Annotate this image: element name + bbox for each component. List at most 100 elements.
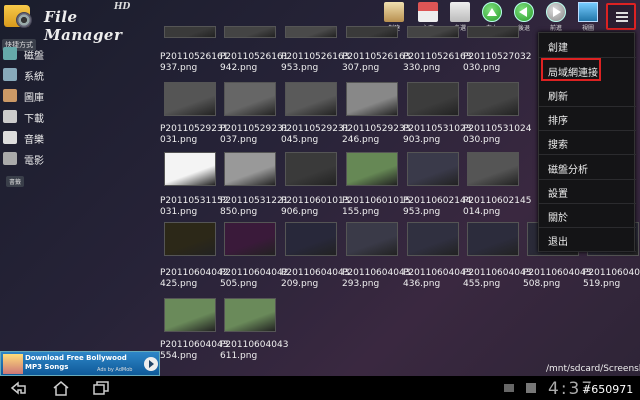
file-thumbnail[interactable] xyxy=(407,152,459,186)
file-name-line1: P20110602145 xyxy=(463,196,532,206)
bookmarks-header[interactable]: 書籤 xyxy=(6,176,25,187)
app-title: File Manager xyxy=(44,8,123,44)
file-thumbnail[interactable] xyxy=(164,298,216,332)
sidebar-item-label: 圖庫 xyxy=(24,93,44,104)
image-watermark: #650971 xyxy=(580,383,636,396)
file-thumbnail[interactable] xyxy=(224,298,276,332)
menu-item-label: 創建 xyxy=(548,43,568,54)
forward-label: 前進 xyxy=(549,25,562,32)
file-thumbnail[interactable] xyxy=(164,152,216,186)
menu-item-0[interactable]: 創建 xyxy=(539,33,636,58)
file-name[interactable]: P20110527032 030.png xyxy=(463,52,535,74)
sidebar-item-5[interactable]: 電影 xyxy=(2,150,52,168)
arrow-left-icon xyxy=(514,2,534,22)
arrow-up-icon xyxy=(482,2,502,22)
phone-icon xyxy=(3,68,17,81)
app-badge: HD xyxy=(114,2,131,12)
ad-attribution: Ads by AdMob xyxy=(97,367,133,373)
file-thumbnail[interactable] xyxy=(467,152,519,186)
sidebar-item-0[interactable]: 磁盤 xyxy=(2,45,52,63)
file-thumbnail[interactable] xyxy=(346,222,398,256)
file-name[interactable]: P20110604043519.png xyxy=(583,268,640,290)
overflow-menu-button[interactable] xyxy=(606,3,636,30)
home-icon[interactable] xyxy=(52,380,70,396)
file-thumbnail[interactable] xyxy=(164,82,216,116)
recent-apps-icon[interactable] xyxy=(92,380,110,396)
menu-item-8[interactable]: 退出 xyxy=(539,227,636,253)
file-name-line2: 030.png xyxy=(463,135,501,145)
file-thumbnail[interactable] xyxy=(346,82,398,116)
file-thumbnail[interactable] xyxy=(285,222,337,256)
file-name-line2: 519.png xyxy=(583,279,621,289)
back-icon[interactable] xyxy=(10,380,28,396)
gear-icon xyxy=(16,12,32,28)
file-thumbnail[interactable] xyxy=(224,26,276,38)
menu-item-7[interactable]: 關於 xyxy=(539,203,636,229)
headphones-icon xyxy=(3,131,17,144)
file-thumbnail[interactable] xyxy=(224,152,276,186)
forward-button[interactable]: 前進 xyxy=(542,0,570,36)
sidebar-item-label: 下載 xyxy=(24,114,44,125)
menu-item-2[interactable]: 刷新 xyxy=(539,82,636,107)
menu-item-6[interactable]: 設置 xyxy=(539,179,636,204)
ad-line2: MP3 Songs xyxy=(25,363,69,371)
file-thumbnail[interactable] xyxy=(285,26,337,38)
film-reel-icon xyxy=(3,152,17,165)
file-thumbnail[interactable] xyxy=(285,82,337,116)
gallery-icon xyxy=(3,89,17,102)
ad-line1: Download Free Bollywood xyxy=(25,354,127,362)
disk-icon xyxy=(3,47,17,60)
file-manager-screen: File Manager HD 創建主頁多選向上後退前進視圖 快捷方式 磁盤系統… xyxy=(0,0,640,400)
file-name[interactable]: P20110602145 014.png xyxy=(463,196,535,218)
file-name-line2: 014.png xyxy=(463,207,501,217)
file-thumbnail[interactable] xyxy=(467,222,519,256)
monitor-icon xyxy=(578,2,598,22)
sidebar-item-1[interactable]: 系統 xyxy=(2,66,52,84)
file-thumbnail[interactable] xyxy=(224,82,276,116)
app-logo: File Manager HD xyxy=(2,2,160,44)
file-name-line2: 611.png xyxy=(220,351,258,361)
sidebar-item-label: 音樂 xyxy=(24,135,44,146)
file-thumbnail[interactable] xyxy=(467,26,519,38)
menu-item-4[interactable]: 搜索 xyxy=(539,130,636,156)
menu-item-3[interactable]: 排序 xyxy=(539,106,636,131)
ad-banner[interactable]: Download Free Bollywood MP3 Songs Ads by… xyxy=(0,351,160,376)
file-thumbnail[interactable] xyxy=(285,152,337,186)
file-thumbnail[interactable] xyxy=(407,26,459,38)
arrow-right-icon xyxy=(546,2,566,22)
sidebar-item-3[interactable]: 下載 xyxy=(2,108,52,126)
file-name[interactable]: P20110531024 030.png xyxy=(463,124,535,146)
menu-item-label: 關於 xyxy=(548,213,568,225)
view-button[interactable]: 視圖 xyxy=(574,0,602,36)
menu-item-1[interactable]: 局域網連接 xyxy=(541,58,601,82)
file-thumbnail[interactable] xyxy=(346,152,398,186)
file-thumbnail[interactable] xyxy=(346,26,398,38)
menu-item-label: 退出 xyxy=(548,237,568,249)
home-icon xyxy=(418,2,438,22)
menu-item-label: 磁盤分析 xyxy=(548,164,588,176)
file-thumbnail[interactable] xyxy=(467,82,519,116)
file-name[interactable]: P20110604043 611.png xyxy=(220,340,292,362)
multi-select-icon xyxy=(450,2,470,22)
file-thumbnail[interactable] xyxy=(407,222,459,256)
storage-icon xyxy=(526,383,536,393)
file-thumbnail[interactable] xyxy=(224,222,276,256)
play-icon[interactable] xyxy=(144,357,158,371)
current-path: /mnt/sdcard/Screenshots xyxy=(546,364,640,374)
menu-icon xyxy=(616,12,628,22)
sidebar-item-2[interactable]: 圖庫 xyxy=(2,87,52,105)
file-name-line1: P20110527032 xyxy=(463,52,532,62)
menu-item-label: 排序 xyxy=(548,115,568,127)
system-navigation-bar: 4:37 xyxy=(0,376,640,400)
sidebar-item-label: 系統 xyxy=(24,72,44,83)
file-thumbnail[interactable] xyxy=(164,222,216,256)
sidebar-item-4[interactable]: 音樂 xyxy=(2,129,52,147)
menu-item-5[interactable]: 磁盤分析 xyxy=(539,155,636,180)
file-thumbnail[interactable] xyxy=(164,26,216,38)
file-thumbnail[interactable] xyxy=(407,82,459,116)
menu-item-label: 設置 xyxy=(548,188,568,200)
ad-image xyxy=(3,354,23,374)
sidebar-item-label: 磁盤 xyxy=(24,51,44,62)
view-label: 視圖 xyxy=(581,25,594,32)
file-name-line1: P20110604043 xyxy=(583,268,640,278)
